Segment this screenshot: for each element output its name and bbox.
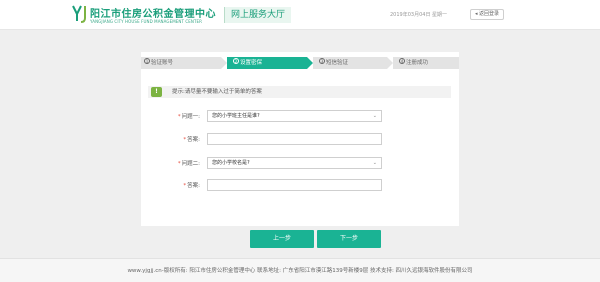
step-4-number: 4 — [399, 58, 405, 64]
question-2-label: *问题二: — [177, 161, 200, 167]
chevron-down-icon: ⌄ — [372, 113, 377, 119]
answer-1-input[interactable] — [207, 133, 382, 145]
question-1-value: 您的小学班主任是谁? — [212, 113, 260, 119]
next-step-button[interactable]: 下一步 — [317, 230, 381, 248]
answer-2-input[interactable] — [207, 179, 382, 191]
question-2-select[interactable]: 您的小学校名是? ⌄ — [207, 157, 382, 169]
hint-bar: ! 提示:请尽量不要输入过于简单的答案 — [148, 86, 451, 98]
yj-logo-icon — [72, 5, 86, 23]
step-4-label: 注册成功 — [406, 60, 429, 66]
step-1: 1 验证账号 — [141, 57, 221, 69]
current-date: 2019年03月04日 星期一 — [390, 12, 448, 18]
question-1-select[interactable]: 您的小学班主任是谁? ⌄ — [207, 110, 382, 122]
site-subtitle: YANGJIANG CITY HOUSE FUND MANAGEMENT CEN… — [90, 19, 203, 24]
back-arrow-icon: ◂ — [474, 11, 478, 17]
question-2-value: 您的小学校名是? — [212, 160, 250, 166]
site-header: 阳江市住房公积金管理中心 YANGJIANG CITY HOUSE FUND M… — [0, 0, 600, 30]
hint-text: 提示:请尽量不要输入过于简单的答案 — [172, 89, 262, 95]
step-2-label: 设置密保 — [240, 60, 263, 66]
back-to-login-label: 返回登录 — [479, 11, 500, 17]
step-progress: 1 验证账号 2 设置密保 3 短信验证 4 注册成功 — [141, 57, 459, 69]
prev-step-button[interactable]: 上一步 — [250, 230, 314, 248]
back-to-login-button[interactable]: ◂ 返回登录 — [470, 9, 504, 20]
service-hall-title: 网上服务大厅 — [224, 7, 292, 23]
step-4: 4 注册成功 — [393, 57, 459, 69]
step-1-number: 1 — [144, 58, 150, 64]
site-footer: www.yjgjj.cn-版权所有: 阳江市住房公积金管理中心 联系地址: 广东… — [0, 258, 600, 282]
answer-2-label: *答案: — [183, 183, 200, 189]
question-1-label: *问题一: — [177, 114, 200, 120]
exclamation-icon: ! — [151, 87, 162, 97]
step-3-number: 3 — [319, 58, 325, 64]
step-3-label: 短信验证 — [326, 60, 349, 66]
chevron-down-icon: ⌄ — [372, 160, 377, 166]
site-title: 阳江市住房公积金管理中心 — [90, 9, 216, 20]
step-1-label: 验证账号 — [151, 60, 174, 66]
step-2: 2 设置密保 — [227, 57, 307, 69]
answer-1-label: *答案: — [183, 137, 200, 143]
step-2-number: 2 — [233, 58, 239, 64]
step-3: 3 短信验证 — [313, 57, 387, 69]
